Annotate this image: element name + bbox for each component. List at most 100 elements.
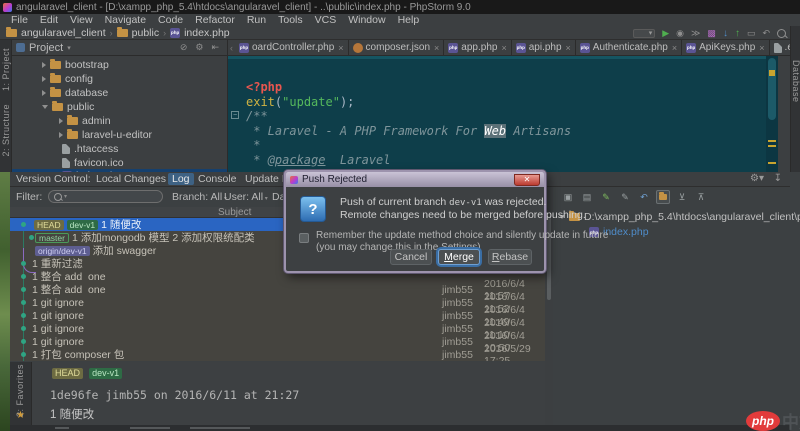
- cancel-button[interactable]: Cancel: [390, 249, 432, 265]
- editor-scrollbar[interactable]: [766, 56, 778, 172]
- collapse-panel-icon[interactable]: ⇤: [211, 42, 219, 53]
- warning-marker[interactable]: [768, 140, 776, 142]
- breadcrumb-project[interactable]: angularavel_client: [6, 26, 106, 39]
- menu-refactor[interactable]: Refactor: [189, 14, 241, 26]
- tree-item-config[interactable]: config: [12, 72, 227, 86]
- debug-button[interactable]: ◉: [676, 28, 684, 39]
- tab-scroll-left-icon[interactable]: ‹: [228, 40, 235, 55]
- tree-item-favicon[interactable]: favicon.ico: [12, 156, 227, 170]
- gear-icon[interactable]: ⚙: [195, 42, 203, 53]
- search-everywhere-icon[interactable]: [777, 28, 786, 38]
- menu-help[interactable]: Help: [392, 14, 426, 26]
- branch-filter[interactable]: Branch: All ▾: [172, 191, 227, 203]
- vcs-commit-button[interactable]: ↑: [735, 28, 740, 39]
- tab-boardcontroller[interactable]: oardController.php×: [235, 40, 349, 55]
- menu-file[interactable]: File: [5, 14, 34, 26]
- tab-log[interactable]: Log: [168, 173, 194, 185]
- undo-icon[interactable]: ↶: [762, 28, 770, 39]
- coverage-button[interactable]: ≫: [691, 28, 700, 39]
- menu-window[interactable]: Window: [342, 14, 391, 26]
- expand-arrow-icon[interactable]: [59, 132, 63, 138]
- close-icon[interactable]: ×: [338, 43, 343, 53]
- menu-edit[interactable]: Edit: [34, 14, 64, 26]
- tab-api-php[interactable]: api.php ×: [512, 40, 576, 55]
- expand-arrow-icon[interactable]: [42, 76, 46, 82]
- edit-source-icon[interactable]: ✎: [599, 190, 613, 204]
- group-by-directory-icon[interactable]: [656, 190, 670, 204]
- commit-row[interactable]: 1 git ignore jimb55 2016/6/4 11:52: [10, 291, 545, 315]
- collapse-arrow-icon[interactable]: [42, 105, 48, 109]
- toolwindow-structure-button[interactable]: 2: Structure: [1, 104, 11, 160]
- expand-arrow-icon[interactable]: [42, 62, 46, 68]
- subject-column-header[interactable]: Subject: [218, 207, 251, 218]
- tree-item-laravel-u-editor[interactable]: laravel-u-editor: [12, 128, 227, 142]
- toolwindow-database-button[interactable]: Database: [791, 60, 800, 106]
- lock-icon[interactable]: ▣: [561, 190, 575, 204]
- menu-view[interactable]: View: [64, 14, 99, 26]
- user-filter[interactable]: User: All ▾: [224, 191, 268, 203]
- expand-all-icon[interactable]: ⊻: [675, 190, 689, 204]
- tab-console[interactable]: Console: [198, 173, 237, 185]
- chevron-down-icon[interactable]: ▾: [67, 44, 71, 52]
- close-icon[interactable]: ×: [759, 43, 764, 53]
- log-scrollbar[interactable]: [545, 187, 553, 425]
- merge-button[interactable]: Merge: [438, 249, 480, 265]
- commit-row[interactable]: 1 git ignore jimb55 2016/6/4 11:49: [10, 304, 545, 328]
- collapse-all-icon[interactable]: ⊼: [694, 190, 708, 204]
- changed-dir-row[interactable]: D:\xampp_php_5.4\htdocs\angularavel_clie…: [559, 211, 800, 223]
- menu-code[interactable]: Code: [152, 14, 189, 26]
- warning-marker[interactable]: [768, 145, 776, 147]
- close-icon[interactable]: ×: [672, 43, 677, 53]
- tab-apikeys-php[interactable]: ApiKeys.php×: [682, 40, 770, 55]
- revert-icon[interactable]: ↶: [637, 190, 651, 204]
- scrollbar-thumb[interactable]: [768, 58, 776, 120]
- menu-tools[interactable]: Tools: [272, 14, 309, 26]
- close-icon[interactable]: ×: [434, 43, 439, 53]
- toolwindow-project-button[interactable]: 1: Project: [1, 48, 11, 94]
- commit-row[interactable]: 1 打包 composer 包 jimb55 2016/5/29 17:25: [10, 343, 545, 361]
- tab-env[interactable]: .env×: [770, 40, 790, 55]
- fold-marker-icon[interactable]: −: [231, 111, 239, 119]
- commit-row[interactable]: 1 整合 add one jimb55 2016/6/4 11:57: [10, 278, 545, 302]
- menu-run[interactable]: Run: [241, 14, 272, 26]
- annotate-icon[interactable]: ✎: [618, 190, 632, 204]
- rebase-button[interactable]: Rebase: [488, 249, 532, 265]
- filter-search-input[interactable]: ▾: [48, 190, 163, 203]
- remember-checkbox[interactable]: [299, 233, 309, 243]
- compare-button[interactable]: ▭: [747, 28, 756, 39]
- warning-marker[interactable]: [769, 70, 775, 76]
- tree-item-bootstrap[interactable]: bootstrap: [12, 58, 227, 72]
- run-button[interactable]: ▶: [662, 28, 669, 39]
- snapshot-icon[interactable]: ▤: [580, 190, 594, 204]
- hide-panel-icon[interactable]: ↧: [774, 173, 782, 184]
- run-config-dropdown[interactable]: ▾: [633, 28, 656, 38]
- close-icon[interactable]: ×: [566, 43, 571, 53]
- menu-navigate[interactable]: Navigate: [99, 14, 152, 26]
- tree-item-admin[interactable]: admin: [12, 114, 227, 128]
- menu-vcs[interactable]: VCS: [309, 14, 343, 26]
- tree-item-htaccess[interactable]: .htaccess: [12, 142, 227, 156]
- profiler-icon[interactable]: ▩: [707, 28, 716, 39]
- close-panel-icon[interactable]: ⊘: [180, 42, 188, 53]
- tab-local-changes[interactable]: Local Changes: [96, 173, 166, 185]
- breadcrumb-public[interactable]: public: [116, 26, 159, 39]
- dialog-title-bar[interactable]: Push Rejected ✕: [286, 172, 544, 187]
- close-icon[interactable]: ×: [501, 43, 506, 53]
- tab-authenticate-php[interactable]: Authenticate.php ×: [576, 40, 683, 55]
- close-button[interactable]: ✕: [514, 173, 540, 186]
- scrollbar-thumb[interactable]: [547, 216, 551, 300]
- expand-arrow-icon[interactable]: [59, 118, 63, 124]
- code-editor[interactable]: − <?php exit("update"); /** * Laravel - …: [228, 56, 778, 172]
- expand-arrow-icon[interactable]: [42, 90, 46, 96]
- editor-tab-bar: ‹ oardController.php× composer.json× app…: [228, 40, 790, 56]
- tab-app-php[interactable]: app.php×: [444, 40, 512, 55]
- project-panel-title[interactable]: Project: [29, 42, 63, 54]
- tab-composer-json[interactable]: composer.json ×: [349, 40, 445, 55]
- breadcrumb-file[interactable]: index.php: [170, 27, 230, 39]
- commit-row[interactable]: 1 git ignore jimb55 2016/6/4 11:10: [10, 317, 545, 341]
- warning-marker[interactable]: [768, 162, 776, 164]
- tree-item-database[interactable]: database: [12, 86, 227, 100]
- tree-item-public[interactable]: public: [12, 100, 227, 114]
- vcs-update-button[interactable]: ↓: [723, 28, 728, 39]
- gear-icon[interactable]: ⚙▾: [750, 173, 764, 184]
